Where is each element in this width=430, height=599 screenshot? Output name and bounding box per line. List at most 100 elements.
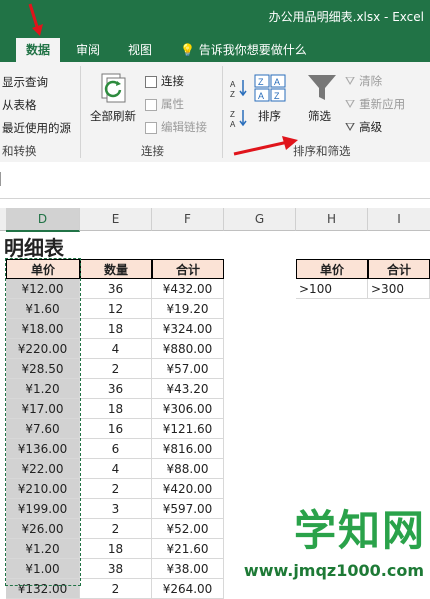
sort-button[interactable]: Z A A Z 排序 — [252, 72, 288, 132]
connections-icon — [145, 75, 157, 88]
cell-total[interactable]: ¥52.00 — [152, 519, 224, 539]
edit-links-button[interactable]: 编辑链接 — [145, 119, 207, 135]
sort-icon: Z A A Z — [254, 74, 286, 102]
tab-view[interactable]: 视图 — [128, 38, 152, 62]
cell-total[interactable]: ¥88.00 — [152, 459, 224, 479]
cell-quantity[interactable]: 36 — [80, 279, 152, 299]
cell-unit-price[interactable]: ¥22.00 — [6, 459, 80, 479]
sort-za-button[interactable]: Z A — [230, 108, 248, 129]
reapply-button[interactable]: ⛛ 重新应用 — [345, 96, 405, 112]
cell-unit-price[interactable]: ¥18.00 — [6, 319, 80, 339]
cell-quantity[interactable]: 36 — [80, 379, 152, 399]
filter-button[interactable]: 筛选 — [304, 70, 340, 132]
cell-total[interactable]: ¥816.00 — [152, 439, 224, 459]
cell-total[interactable]: ¥43.20 — [152, 379, 224, 399]
header-quantity[interactable]: 数量 — [80, 259, 152, 279]
cell-unit-price[interactable]: ¥12.00 — [6, 279, 80, 299]
sort-az-icon: A Z — [230, 80, 247, 99]
cell-unit-price[interactable]: ¥26.00 — [6, 519, 80, 539]
sheet-title[interactable]: 明细表 — [4, 232, 64, 261]
column-header-h[interactable]: H — [296, 208, 368, 231]
sort-az-button[interactable]: A Z — [230, 78, 248, 99]
watermark-url: www.jmqz1000.com — [243, 561, 424, 580]
clear-filter-icon: ⛛ — [345, 74, 356, 88]
cell-total[interactable]: ¥57.00 — [152, 359, 224, 379]
formula-bar[interactable] — [0, 162, 430, 199]
recent-sources-button[interactable]: 最近使用的源 — [2, 120, 71, 136]
cell-quantity[interactable]: 2 — [80, 479, 152, 499]
column-header-d[interactable]: D — [6, 208, 80, 232]
header-unit-price[interactable]: 单价 — [6, 259, 80, 279]
cell-total[interactable]: ¥420.00 — [152, 479, 224, 499]
from-table-button[interactable]: 从表格 — [2, 97, 37, 113]
clear-filter-button[interactable]: ⛛ 清除 — [345, 73, 382, 89]
tell-me-box[interactable]: 💡 告诉我你想要做什么 — [180, 38, 307, 62]
cell-unit-price[interactable]: ¥1.20 — [6, 379, 80, 399]
cell-unit-price[interactable]: ¥136.00 — [6, 439, 80, 459]
watermark-logo: 学知网 — [293, 506, 426, 555]
show-queries-button[interactable]: 显示查询 — [2, 74, 48, 90]
column-header-e[interactable]: E — [80, 208, 152, 231]
ribbon-divider — [222, 66, 223, 158]
arrow-to-data-tab — [28, 3, 43, 36]
cell-total[interactable]: ¥432.00 — [152, 279, 224, 299]
cell-unit-price[interactable]: ¥17.00 — [6, 399, 80, 419]
cell-unit-price[interactable]: ¥1.00 — [6, 559, 80, 579]
cell-quantity[interactable]: 2 — [80, 579, 152, 599]
group-connections-label: 连接 — [141, 144, 164, 158]
cell-unit-price[interactable]: ¥7.60 — [6, 419, 80, 439]
properties-button[interactable]: 属性 — [145, 96, 184, 112]
edit-links-icon — [145, 121, 157, 134]
column-header-i[interactable]: I — [368, 208, 430, 231]
cell-unit-price[interactable]: ¥1.20 — [6, 539, 80, 559]
connections-button[interactable]: 连接 — [145, 73, 184, 89]
cell-quantity[interactable]: 16 — [80, 419, 152, 439]
cell-total[interactable]: ¥21.60 — [152, 539, 224, 559]
cell-quantity[interactable]: 4 — [80, 459, 152, 479]
column-header-f[interactable]: F — [152, 208, 224, 231]
filter-label: 筛选 — [308, 109, 331, 123]
criteria-header-unit-price[interactable]: 单价 — [296, 259, 368, 279]
cell-unit-price[interactable]: ¥220.00 — [6, 339, 80, 359]
cell-quantity[interactable]: 18 — [80, 539, 152, 559]
criteria-header-total[interactable]: 合计 — [368, 259, 430, 279]
cell-quantity[interactable]: 18 — [80, 399, 152, 419]
edit-links-label: 编辑链接 — [161, 120, 207, 134]
cell-quantity[interactable]: 2 — [80, 519, 152, 539]
cell-total[interactable]: ¥597.00 — [152, 499, 224, 519]
cell-total[interactable]: ¥264.00 — [152, 579, 224, 599]
cell-total[interactable]: ¥880.00 — [152, 339, 224, 359]
cell-unit-price[interactable]: ¥210.00 — [6, 479, 80, 499]
criteria-total[interactable]: >300 — [368, 279, 430, 299]
svg-text:Z: Z — [230, 90, 235, 98]
cell-quantity[interactable]: 3 — [80, 499, 152, 519]
formula-bar-edge — [0, 172, 5, 186]
cell-quantity[interactable]: 2 — [80, 359, 152, 379]
criteria-unit-price[interactable]: >100 — [296, 279, 368, 299]
refresh-all-button[interactable]: 全部刷新 — [88, 70, 144, 130]
advanced-filter-icon: ⛛ — [345, 120, 356, 134]
filter-icon — [308, 75, 336, 100]
cell-unit-price[interactable]: ¥1.60 — [6, 299, 80, 319]
column-header-g[interactable]: G — [224, 208, 296, 231]
cell-total[interactable]: ¥306.00 — [152, 399, 224, 419]
svg-text:Z: Z — [274, 91, 280, 101]
cell-total[interactable]: ¥324.00 — [152, 319, 224, 339]
cell-unit-price[interactable]: ¥132.00 — [6, 579, 80, 599]
header-total[interactable]: 合计 — [152, 259, 224, 279]
tab-review[interactable]: 审阅 — [76, 38, 100, 62]
cell-quantity[interactable]: 6 — [80, 439, 152, 459]
cell-quantity[interactable]: 4 — [80, 339, 152, 359]
refresh-icon — [101, 73, 126, 103]
cell-quantity[interactable]: 12 — [80, 299, 152, 319]
advanced-filter-button[interactable]: ⛛ 高级 — [345, 119, 382, 135]
cell-total[interactable]: ¥38.00 — [152, 559, 224, 579]
cell-unit-price[interactable]: ¥28.50 — [6, 359, 80, 379]
cell-total[interactable]: ¥19.20 — [152, 299, 224, 319]
tab-data[interactable]: 数据 — [16, 38, 61, 62]
cell-quantity[interactable]: 38 — [80, 559, 152, 579]
cell-total[interactable]: ¥121.60 — [152, 419, 224, 439]
cell-unit-price[interactable]: ¥199.00 — [6, 499, 80, 519]
cell-quantity[interactable]: 18 — [80, 319, 152, 339]
advanced-filter-label: 高级 — [359, 120, 383, 134]
